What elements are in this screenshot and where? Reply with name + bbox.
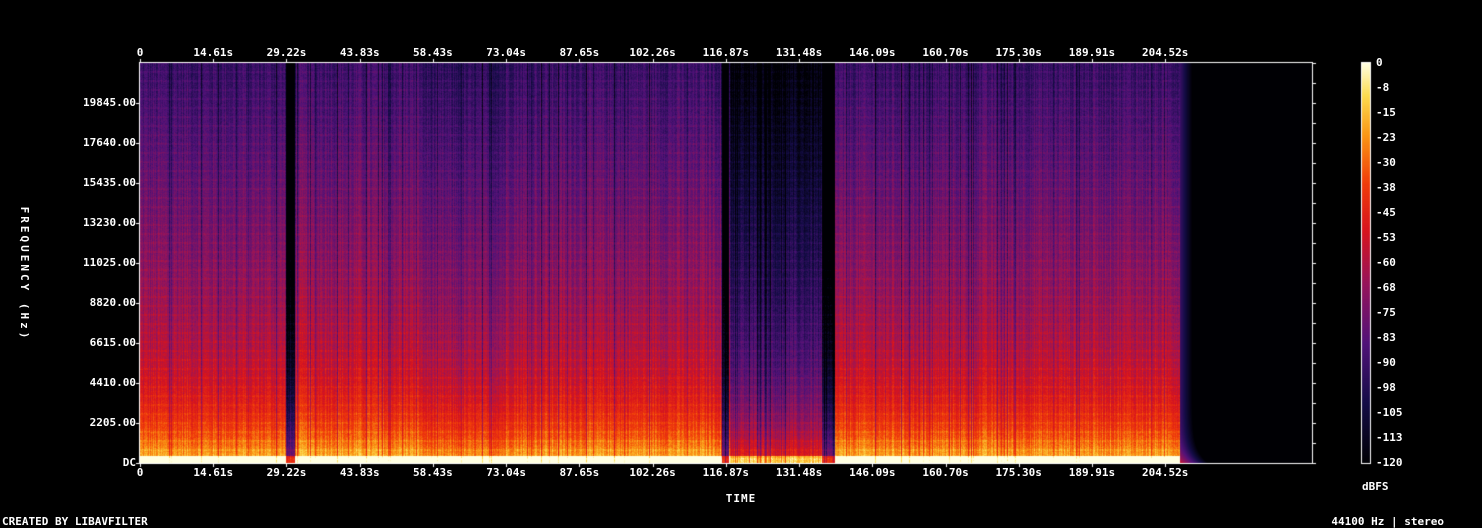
x-tick-top: 87.65s <box>559 46 600 59</box>
y-tick: 19845.00 <box>83 96 136 109</box>
x-tick-top: 0 <box>136 46 144 59</box>
x-tick-bottom: 131.48s <box>775 466 823 479</box>
x-tick-bottom: 146.09s <box>849 466 896 479</box>
colorbar-tick: -113 <box>1376 431 1403 444</box>
colorbar-tick: -68 <box>1376 281 1396 294</box>
y-axis-label: FREQUENCY (Hz) <box>18 206 31 342</box>
colorbar-tick: -38 <box>1376 181 1396 194</box>
x-tick-bottom: 189.91s <box>1068 466 1116 479</box>
colorbar-tick: 0 <box>1376 56 1383 69</box>
x-tick-top: 131.48s <box>775 46 823 59</box>
x-tick-bottom: 43.83s <box>339 466 380 479</box>
x-tick-bottom: 175.30s <box>995 466 1042 479</box>
x-tick-top: 189.91s <box>1068 46 1116 59</box>
x-tick-bottom: 160.70s <box>922 466 969 479</box>
x-tick-top: 146.09s <box>849 46 896 59</box>
x-tick-top: 29.22s <box>266 46 307 59</box>
x-tick-top: 102.26s <box>629 46 676 59</box>
y-tick: 15435.00 <box>83 176 136 189</box>
colorbar-tick: -53 <box>1376 231 1396 244</box>
x-tick-top: 175.30s <box>995 46 1042 59</box>
colorbar-tick: -83 <box>1376 331 1396 344</box>
spectrogram-canvas <box>0 0 1482 528</box>
colorbar-tick: -98 <box>1376 381 1396 394</box>
x-tick-bottom: 73.04s <box>486 466 526 479</box>
credit-text: CREATED BY LIBAVFILTER <box>2 515 148 528</box>
y-tick: DC <box>122 456 136 469</box>
x-tick-bottom: 29.22s <box>266 466 307 479</box>
x-tick-top: 73.04s <box>486 46 526 59</box>
y-tick: 17640.00 <box>83 136 136 149</box>
x-tick-top: 116.87s <box>702 46 750 59</box>
x-tick-top: 204.52s <box>1142 46 1189 59</box>
x-tick-bottom: 0 <box>136 466 144 479</box>
y-tick: 2205.00 <box>89 416 136 429</box>
colorbar-tick: -90 <box>1376 356 1396 369</box>
x-tick-top: 160.70s <box>922 46 969 59</box>
x-tick-bottom: 116.87s <box>702 466 750 479</box>
colorbar-unit-label: dBFS <box>1362 480 1389 493</box>
y-tick: 4410.00 <box>89 376 136 389</box>
colorbar-tick: -23 <box>1376 131 1396 144</box>
colorbar-tick: -75 <box>1376 306 1396 319</box>
x-tick-top: 14.61s <box>193 46 234 59</box>
colorbar-tick: -60 <box>1376 256 1396 269</box>
x-tick-bottom: 14.61s <box>193 466 234 479</box>
colorbar-tick: -30 <box>1376 156 1396 169</box>
x-tick-bottom: 102.26s <box>629 466 676 479</box>
colorbar-tick: -120 <box>1376 456 1403 469</box>
colorbar-tick: -105 <box>1376 406 1403 419</box>
x-tick-top: 43.83s <box>339 46 380 59</box>
sample-rate-text: 44100 Hz | stereo <box>1331 515 1444 528</box>
colorbar-tick: -15 <box>1376 106 1396 119</box>
x-axis-label: TIME <box>725 492 757 505</box>
x-tick-bottom: 58.43s <box>413 466 453 479</box>
x-tick-bottom: 204.52s <box>1142 466 1189 479</box>
colorbar-tick: -45 <box>1376 206 1396 219</box>
x-tick-bottom: 87.65s <box>559 466 600 479</box>
x-tick-top: 58.43s <box>413 46 453 59</box>
colorbar-tick: -8 <box>1376 81 1390 94</box>
